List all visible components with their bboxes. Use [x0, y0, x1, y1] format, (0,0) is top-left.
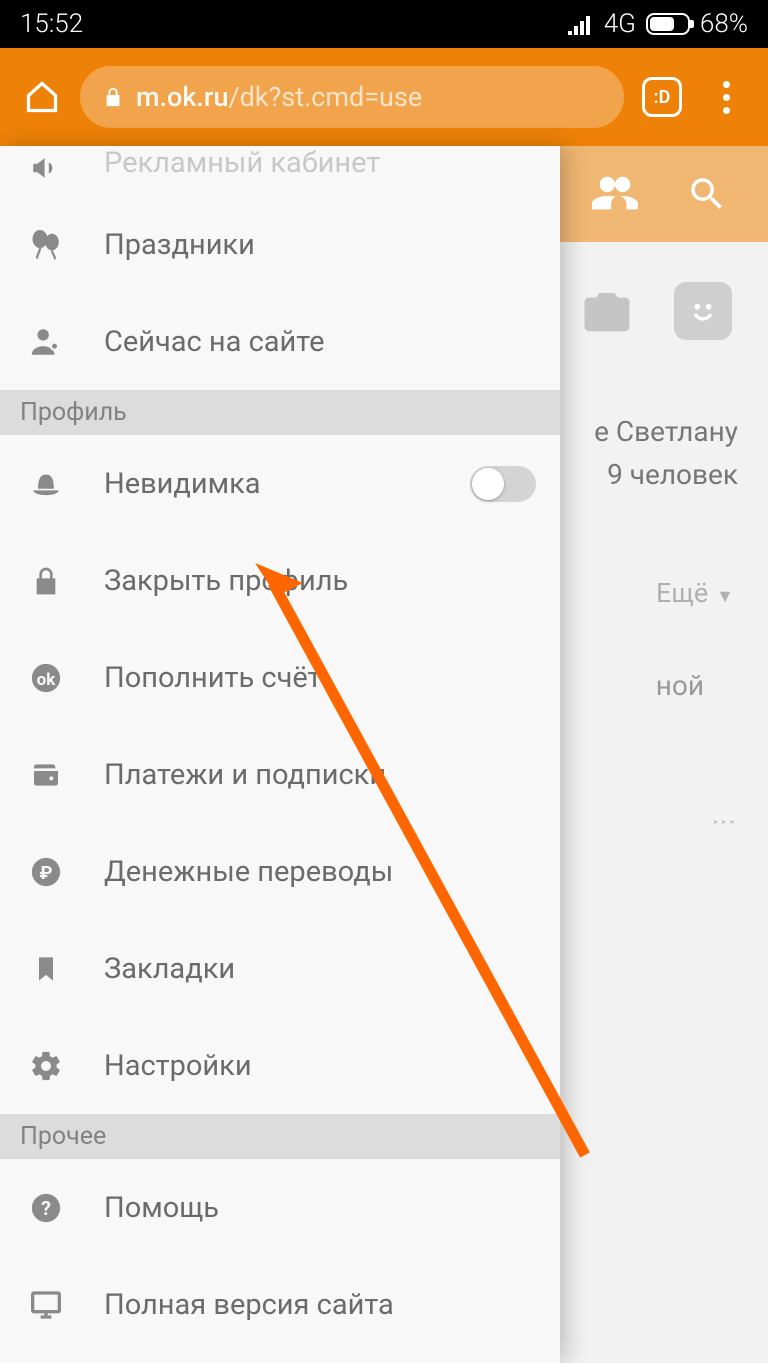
browser-chrome: m.ok.ru/dk?st.cmd=use :D	[0, 48, 768, 146]
sidebar-item-exit[interactable]: Выход	[0, 1353, 560, 1363]
browser-menu-button[interactable]	[700, 71, 752, 123]
svg-text:₽: ₽	[40, 863, 53, 884]
sidebar-item-transfers[interactable]: ₽ Денежные переводы	[0, 823, 560, 920]
url-bar[interactable]: m.ok.ru/dk?st.cmd=use	[80, 66, 624, 128]
tabs-face: :D	[654, 87, 671, 108]
sidebar-item-label: Денежные переводы	[104, 855, 393, 889]
more-dots[interactable]: ⋮	[710, 810, 738, 834]
sidebar-item-bookmarks[interactable]: Закладки	[0, 920, 560, 1017]
home-button[interactable]	[16, 71, 68, 123]
sidebar-item-payments[interactable]: Платежи и подписки	[0, 726, 560, 823]
url-text: m.ok.ru/dk?st.cmd=use	[136, 81, 422, 113]
megaphone-icon	[29, 151, 63, 185]
signal-icon	[568, 13, 594, 35]
sidebar-item-label: Пополнить счёт	[104, 661, 322, 695]
svg-text:ok: ok	[37, 670, 57, 690]
sidebar-item-settings[interactable]: Настройки	[0, 1017, 560, 1114]
monitor-icon	[28, 1289, 64, 1321]
search-icon[interactable]	[686, 173, 728, 215]
status-time: 15:52	[20, 9, 83, 39]
sidebar-item-label: Настройки	[104, 1049, 252, 1083]
battery-icon	[646, 13, 690, 35]
sidebar-item-label: Праздники	[104, 228, 255, 262]
nav-drawer: Рекламный кабинет Праздники Сейчас на са…	[0, 146, 560, 1363]
ok-coin-icon: ok	[29, 661, 63, 695]
sidebar-item-ads[interactable]: Рекламный кабинет	[0, 146, 560, 196]
section-profile: Профиль	[0, 390, 560, 435]
person-online-icon	[29, 325, 63, 359]
balloons-icon	[28, 227, 64, 263]
svg-text:?: ?	[41, 1197, 51, 1220]
sidebar-item-invisible[interactable]: Невидимка	[0, 435, 560, 532]
battery-pct: 68%	[700, 9, 748, 39]
hat-icon	[27, 465, 65, 503]
section-other: Прочее	[0, 1114, 560, 1159]
lock-icon	[102, 84, 124, 110]
sidebar-item-desktop[interactable]: Полная версия сайта	[0, 1256, 560, 1353]
sidebar-item-online[interactable]: Сейчас на сайте	[0, 293, 560, 390]
sidebar-item-label: Сейчас на сайте	[104, 325, 325, 359]
sidebar-item-help[interactable]: ? Помощь	[0, 1159, 560, 1256]
sidebar-item-label: Закрыть профиль	[104, 564, 348, 598]
smiley-icon[interactable]	[674, 282, 732, 340]
sidebar-item-holidays[interactable]: Праздники	[0, 196, 560, 293]
wallet-icon	[29, 759, 63, 791]
friends-icon[interactable]	[592, 171, 638, 217]
lock-icon	[30, 564, 62, 598]
status-right: 4G 68%	[568, 9, 748, 39]
sidebar-item-label: Помощь	[104, 1191, 219, 1225]
help-icon: ?	[29, 1191, 63, 1225]
sidebar-item-label: Невидимка	[104, 467, 261, 501]
bookmark-icon	[32, 952, 60, 986]
gear-icon	[29, 1049, 63, 1083]
invisible-toggle[interactable]	[470, 466, 536, 502]
sidebar-item-close-profile[interactable]: Закрыть профиль	[0, 532, 560, 629]
sidebar-item-topup[interactable]: ok Пополнить счёт	[0, 629, 560, 726]
status-bar: 15:52 4G 68%	[0, 0, 768, 48]
ruble-icon: ₽	[29, 855, 63, 889]
sidebar-item-label: Рекламный кабинет	[104, 146, 380, 180]
sidebar-item-label: Полная версия сайта	[104, 1288, 394, 1322]
network-label: 4G	[604, 9, 636, 39]
sidebar-item-label: Закладки	[104, 952, 235, 986]
sidebar-item-label: Платежи и подписки	[104, 758, 386, 792]
tabs-button[interactable]: :D	[636, 71, 688, 123]
camera-icon[interactable]	[578, 282, 636, 340]
